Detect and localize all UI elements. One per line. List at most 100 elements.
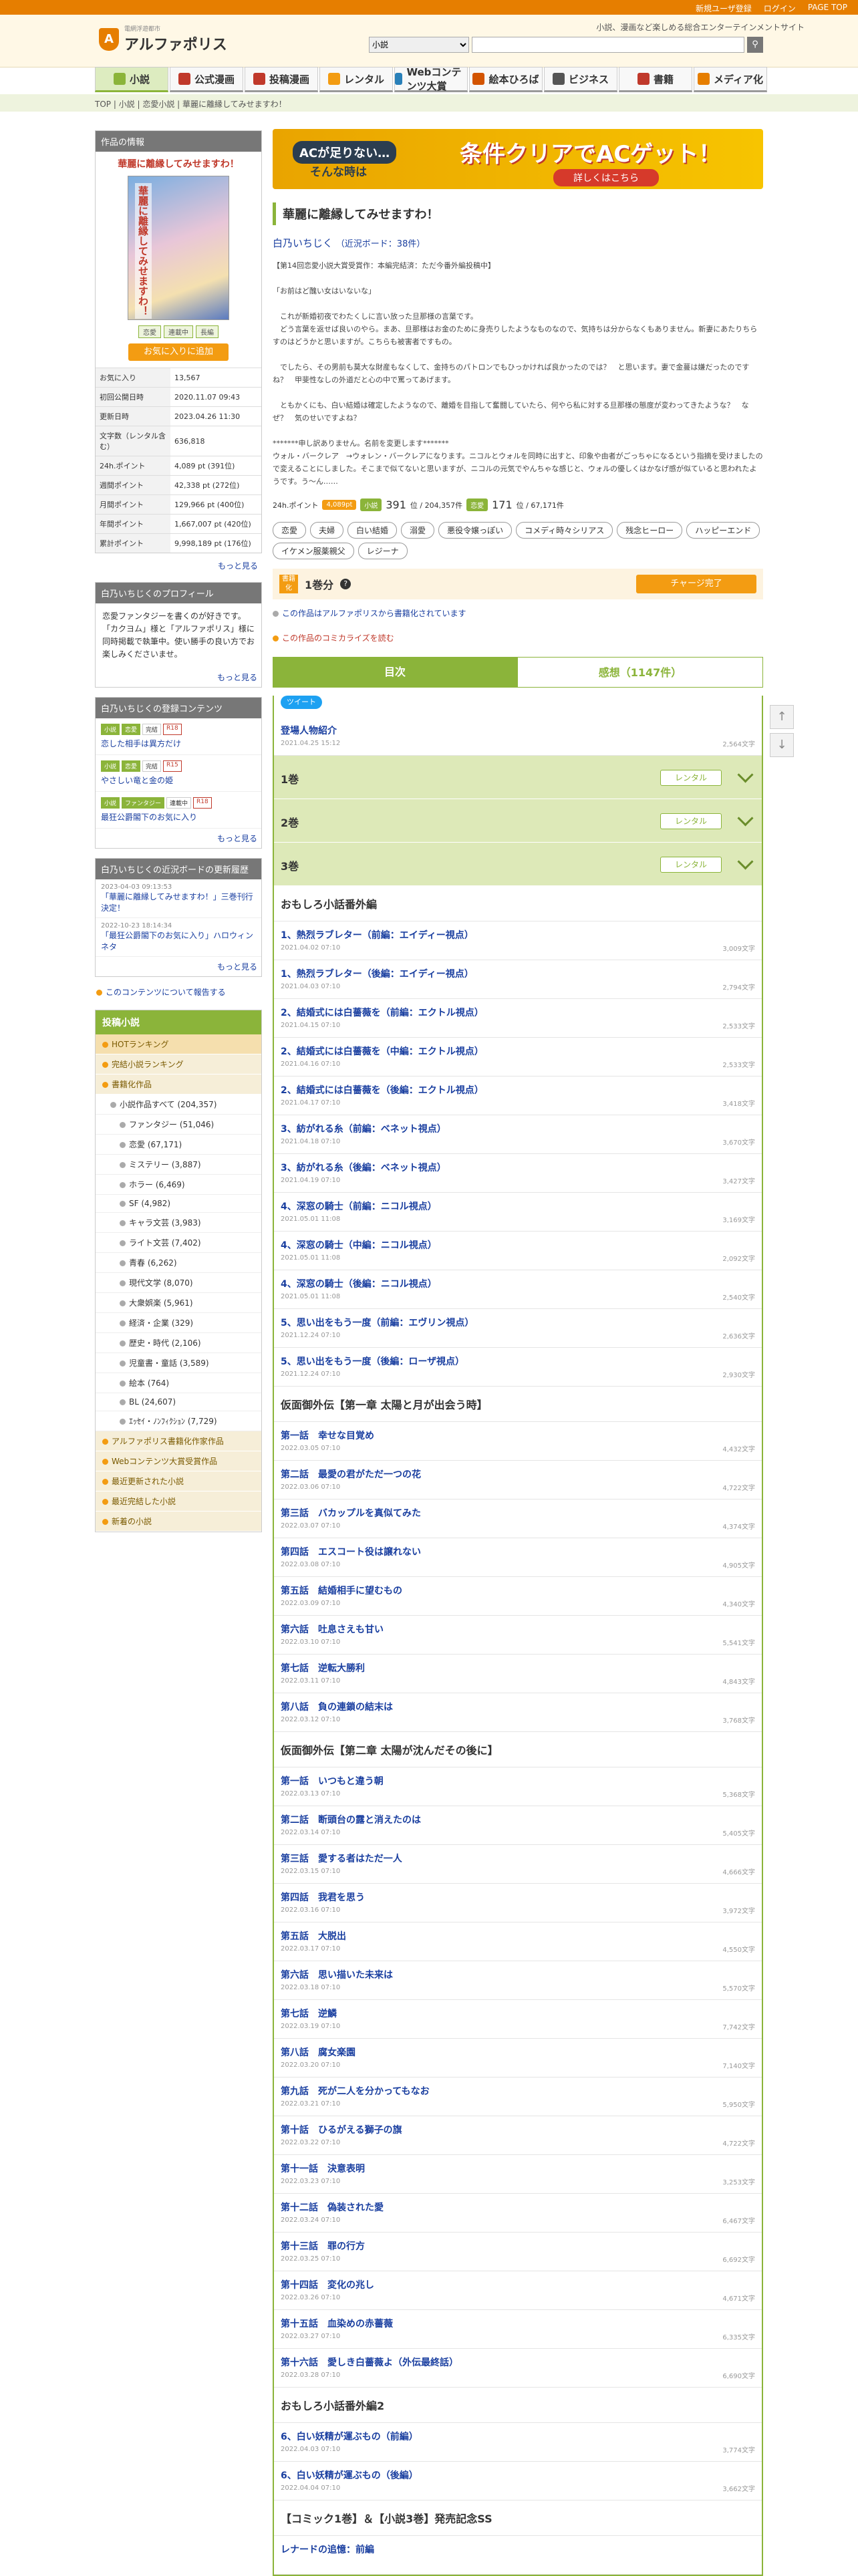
episode-title[interactable]: 4、深窓の騎士（後編：ニコル視点） [281,1277,755,1290]
breadcrumb-text[interactable]: TOP | 小説 | 恋愛小説 | 華麗に離縁してみせますわ！ [95,98,287,110]
genre-link[interactable]: キャラ文芸 (3,983) [96,1213,261,1233]
episode-row[interactable]: 第十二話 偽装された愛 2022.03.24 07:10 6,467文字 [274,2194,762,2233]
ranking-item[interactable]: 最近完結した小説 [96,1491,261,1512]
ranking-item[interactable]: Webコンテンツ大賞受賞作品 [96,1451,261,1471]
episode-title[interactable]: 4、深窓の騎士（中編：ニコル視点） [281,1238,755,1252]
episode-row[interactable]: 第十一話 決意表明 2022.03.23 07:10 3,253文字 [274,2155,762,2194]
genre-link[interactable]: ホラー (6,469) [96,1175,261,1195]
volume-row[interactable]: 1巻 レンタル [274,756,762,799]
episode-row[interactable]: 第十五話 血染めの赤薔薇 2022.03.27 07:10 6,335文字 [274,2310,762,2349]
search-icon[interactable]: ⚲ [747,37,763,53]
episode-row[interactable]: 第七話 逆転大勝利 2022.03.11 07:10 4,843文字 [274,1655,762,1693]
board-title-link[interactable]: 「華麗に離縁してみせますわ！」三巻刊行決定！ [101,892,253,913]
episode-row[interactable]: 3、紡がれる糸（後編：ベネット視点） 2021.04.19 07:10 3,427文… [274,1154,762,1193]
episode-row[interactable]: 第五話 結婚相手に望むもの 2022.03.09 07:10 4,340文字 [274,1577,762,1616]
episode-row[interactable]: 4、深窓の騎士（中編：ニコル視点） 2021.05.01 11:08 2,092文字 [274,1232,762,1270]
episode-row[interactable]: 登場人物紹介 2021.04.25 15:12 2,564文字 [274,717,762,756]
work-title[interactable]: 華麗に離縁してみせますわ！ [96,152,261,176]
episode-row[interactable]: 第六話 吐息さえも甘い 2022.03.10 07:10 5,541文字 [274,1616,762,1655]
more-link[interactable]: もっと見る [95,556,262,575]
content-title-link[interactable]: 最狂公爵閣下のお気に入り [101,813,197,822]
genre-link[interactable]: 恋愛 (67,171) [96,1135,261,1155]
episode-title[interactable]: 第八話 負の連鎖の結末は [281,1700,755,1713]
episode-title[interactable]: 第四話 我君を思う [281,1890,755,1904]
episode-row[interactable]: 5、思い出をもう一度（前編：エヴリン視点） 2021.12.24 07:10 2,6… [274,1309,762,1348]
search-input[interactable] [472,37,744,53]
episode-title[interactable]: 6、白い妖精が運ぶもの（後編） [281,2468,755,2482]
episode-title[interactable]: 第十四話 変化の兆し [281,2278,755,2291]
nav-item-0[interactable]: 小説 [95,67,168,92]
ranking-item[interactable]: 新着の小説 [96,1512,261,1532]
episode-row[interactable]: 第十三話 罪の行方 2022.03.25 07:10 6,692文字 [274,2233,762,2271]
episode-row[interactable]: 6、白い妖精が運ぶもの（前編） 2022.04.03 07:10 3,774文字 [274,2423,762,2462]
episode-row[interactable]: 第九話 死が二人を分かってもなお 2022.03.21 07:10 5,950文字 [274,2078,762,2116]
register-link[interactable]: 新規ユーザ登録 [696,3,752,14]
episode-title[interactable]: 第七話 逆鱗 [281,2007,755,2020]
episode-title[interactable]: 2、結婚式には白薔薇を（前編：エクトル視点） [281,1006,755,1019]
episode-title[interactable]: 登場人物紹介 [281,724,755,737]
chevron-down-icon[interactable] [737,853,754,870]
nav-item-5[interactable]: 絵本ひろば [469,67,543,92]
search-category-select[interactable]: 小説 [369,37,469,53]
tab-reviews[interactable]: 感想（1147件） [517,657,763,688]
ranking-item[interactable]: 完結小説ランキング [96,1054,261,1075]
episode-title[interactable]: 第九話 死が二人を分かってもなお [281,2084,755,2098]
episode-row[interactable]: 1、熱烈ラブレター（前編：エイディー視点） 2021.04.02 07:10 3,0… [274,921,762,960]
tag-chip[interactable]: 溺愛 [401,522,435,539]
episode-row[interactable]: 第三話 愛する者はただ一人 2022.03.15 07:10 4,666文字 [274,1845,762,1884]
episode-title[interactable]: 第十二話 偽装された愛 [281,2200,755,2214]
episode-title[interactable]: 1、熱烈ラブレター（後編：エイディー視点） [281,967,755,980]
nav-item-3[interactable]: レンタル [319,67,393,92]
episode-row[interactable]: 第二話 最愛の君がただ一つの花 2022.03.06 07:10 4,722文字 [274,1461,762,1499]
episode-row[interactable]: 第三話 バカップルを真似てみた 2022.03.07 07:10 4,374文字 [274,1499,762,1538]
episode-row[interactable]: 第七話 逆鱗 2022.03.19 07:10 7,742文字 [274,2000,762,2039]
episode-row[interactable]: 2、結婚式には白薔薇を（中編：エクトル視点） 2021.04.16 07:10 2,… [274,1038,762,1077]
episode-row[interactable]: 第五話 大脱出 2022.03.17 07:10 4,550文字 [274,1922,762,1961]
scroll-down-icon[interactable]: ↓ [770,733,794,757]
tag-chip[interactable]: ハッピーエンド [686,522,760,539]
tag-chip[interactable]: イケメン服薬親父 [273,543,354,559]
episode-row[interactable]: 3、紡がれる糸（前編：ベネット視点） 2021.04.18 07:10 3,670文… [274,1115,762,1154]
episode-title[interactable]: 第三話 バカップルを真似てみた [281,1506,755,1520]
episode-title[interactable]: 3、紡がれる糸（前編：ベネット視点） [281,1122,755,1135]
site-logo[interactable]: A 電網浮遊都市 アルファポリス [99,24,227,54]
tag-chip[interactable]: コメディ時々シリアス [516,522,613,539]
episode-row[interactable]: 4、深窓の騎士（前編：ニコル視点） 2021.05.01 11:08 3,169文字 [274,1193,762,1232]
charge-complete-button[interactable]: チャージ完了 [636,575,756,593]
episode-row[interactable]: 第八話 腐女楽園 2022.03.20 07:10 7,140文字 [274,2039,762,2078]
tag-chip[interactable]: 白い結婚 [347,522,398,539]
more-link[interactable]: もっと見る [96,829,261,848]
chevron-down-icon[interactable] [737,766,754,783]
tag-chip[interactable]: レジーナ [358,543,408,559]
genre-link[interactable]: BL (24,607) [96,1393,261,1411]
episode-title[interactable]: 第三話 愛する者はただ一人 [281,1852,755,1865]
genre-link[interactable]: 大衆娯楽 (5,961) [96,1293,261,1313]
board-title-link[interactable]: 「最狂公爵閣下のお気に入り」ハロウィンネタ [101,931,253,952]
episode-title[interactable]: 第十話 ひるがえる獅子の旗 [281,2123,755,2136]
episode-title[interactable]: 第十三話 罪の行方 [281,2239,755,2253]
genre-link[interactable]: 歴史・時代 (2,106) [96,1333,261,1353]
nav-item-2[interactable]: 投稿漫画 [245,67,318,92]
chevron-down-icon[interactable] [737,810,754,827]
episode-title[interactable]: 3、紡がれる糸（後編：ベネット視点） [281,1161,755,1174]
episode-row[interactable]: 第四話 エスコート役は譲れない 2022.03.08 07:10 4,905文字 [274,1538,762,1577]
books-note-link[interactable]: この作品はアルファポリスから書籍化されています [273,607,763,619]
more-link[interactable]: もっと見る [96,957,261,976]
nav-item-7[interactable]: 書籍 [619,67,692,92]
episode-title[interactable]: 2、結婚式には白薔薇を（後編：エクトル視点） [281,1083,755,1097]
cover-image[interactable]: 華麗に離縁してみせますわ！ [128,176,229,320]
genre-link[interactable]: SF (4,982) [96,1195,261,1213]
ranking-item[interactable]: アルファポリス書籍化作家作品 [96,1431,261,1451]
episode-row[interactable]: 第四話 我君を思う 2022.03.16 07:10 3,972文字 [274,1884,762,1922]
episode-row[interactable]: 第十六話 愛しき白薔薇よ（外伝最終話） 2022.03.28 07:10 6,690… [274,2349,762,2388]
episode-title[interactable]: 6、白い妖精が運ぶもの（前編） [281,2430,755,2443]
episode-title[interactable]: 第二話 最愛の君がただ一つの花 [281,1467,755,1481]
episode-row[interactable]: 第六話 思い描いた未来は 2022.03.18 07:10 5,570文字 [274,1961,762,2000]
rent-button[interactable]: レンタル [660,813,722,829]
ranking-item[interactable]: 書籍化作品 [96,1075,261,1095]
help-icon[interactable]: ? [340,579,351,589]
nav-item-8[interactable]: メディア化 [694,67,767,92]
rent-button[interactable]: レンタル [660,857,722,873]
episode-title[interactable]: 第十六話 愛しき白薔薇よ（外伝最終話） [281,2355,755,2369]
tab-toc[interactable]: 目次 [273,657,517,688]
